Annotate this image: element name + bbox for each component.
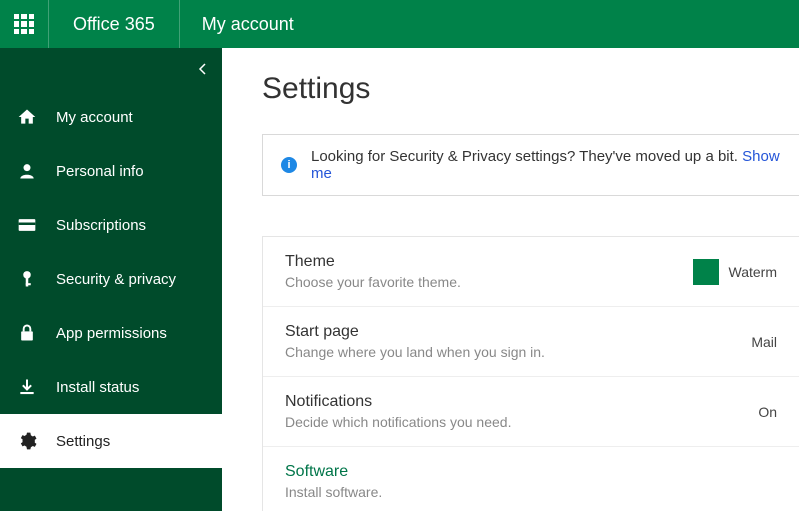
- sidebar: My account Personal info Subscriptions S…: [0, 48, 222, 511]
- setting-title: Start page: [285, 323, 751, 341]
- sidebar-item-label: Personal info: [56, 163, 144, 180]
- sidebar-item-settings[interactable]: Settings: [0, 414, 222, 468]
- breadcrumb-page[interactable]: My account: [179, 0, 316, 48]
- brand-label[interactable]: Office 365: [48, 0, 179, 48]
- sidebar-item-install-status[interactable]: Install status: [0, 360, 222, 414]
- page-title: Settings: [262, 72, 799, 106]
- setting-desc: Change where you land when you sign in.: [285, 344, 751, 360]
- gear-icon: [16, 431, 38, 451]
- setting-row-notifications[interactable]: Notifications Decide which notifications…: [263, 377, 799, 447]
- download-icon: [16, 377, 38, 397]
- setting-desc: Choose your favorite theme.: [285, 274, 693, 290]
- home-icon: [16, 107, 38, 127]
- setting-value: Waterm: [693, 259, 777, 285]
- sidebar-item-app-permissions[interactable]: App permissions: [0, 306, 222, 360]
- app-launcher-button[interactable]: [0, 0, 48, 48]
- setting-value: Mail: [751, 334, 777, 350]
- key-icon: [16, 269, 38, 289]
- setting-desc: Install software.: [285, 484, 777, 500]
- sidebar-item-my-account[interactable]: My account: [0, 90, 222, 144]
- waffle-icon: [14, 14, 34, 34]
- setting-title: Theme: [285, 253, 693, 271]
- lock-icon: [16, 323, 38, 343]
- setting-row-software[interactable]: Software Install software.: [263, 447, 799, 511]
- sidebar-item-label: Install status: [56, 379, 139, 396]
- notice-text: Looking for Security & Privacy settings?…: [311, 148, 781, 182]
- chevron-left-icon: [198, 63, 208, 75]
- sidebar-item-label: Security & privacy: [56, 271, 176, 288]
- sidebar-item-personal-info[interactable]: Personal info: [0, 144, 222, 198]
- settings-list: Theme Choose your favorite theme. Waterm…: [262, 236, 799, 511]
- setting-row-start-page[interactable]: Start page Change where you land when yo…: [263, 307, 799, 377]
- sidebar-item-label: My account: [56, 109, 133, 126]
- sidebar-collapse-button[interactable]: [198, 62, 208, 78]
- sidebar-item-subscriptions[interactable]: Subscriptions: [0, 198, 222, 252]
- top-bar: Office 365 My account: [0, 0, 799, 48]
- info-notice: i Looking for Security & Privacy setting…: [262, 134, 799, 196]
- setting-value: On: [758, 404, 777, 420]
- info-icon: i: [281, 157, 297, 173]
- sidebar-item-label: Settings: [56, 433, 110, 450]
- sidebar-item-label: App permissions: [56, 325, 167, 342]
- setting-title: Notifications: [285, 393, 758, 411]
- setting-row-theme[interactable]: Theme Choose your favorite theme. Waterm: [263, 237, 799, 307]
- person-icon: [16, 161, 38, 181]
- setting-desc: Decide which notifications you need.: [285, 414, 758, 430]
- theme-swatch: [693, 259, 719, 285]
- content-area: Settings i Looking for Security & Privac…: [222, 48, 799, 511]
- sidebar-item-label: Subscriptions: [56, 217, 146, 234]
- sidebar-item-security-privacy[interactable]: Security & privacy: [0, 252, 222, 306]
- card-icon: [16, 215, 38, 235]
- setting-title: Software: [285, 463, 777, 481]
